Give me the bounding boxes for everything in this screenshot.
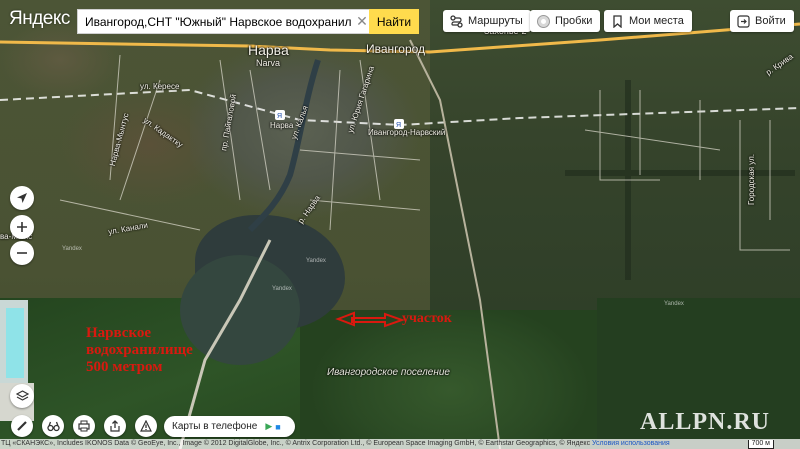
google-play-icon: ▶ — [265, 421, 273, 431]
minus-icon — [17, 252, 27, 254]
ruler-button[interactable] — [11, 415, 33, 437]
login-icon — [737, 14, 750, 28]
report-error-button[interactable] — [135, 415, 157, 437]
print-button[interactable] — [73, 415, 95, 437]
plus-icon — [17, 222, 27, 232]
settlement-label: Ивангородское поселение — [327, 367, 450, 378]
route-icon — [450, 14, 463, 28]
copyright-bar: ТЦ «СКАНЭКС», Includes IKONOS Data © Geo… — [0, 439, 800, 449]
scale-bar: 700 м — [747, 440, 774, 449]
terms-link[interactable]: Условия использования — [592, 440, 670, 447]
map-watermark: Yandex — [306, 258, 326, 264]
mobile-apps-button[interactable]: Карты в телефоне ▶ ■ — [164, 416, 295, 437]
zoom-out-button[interactable] — [10, 241, 34, 265]
copyright-text: ТЦ «СКАНЭКС», Includes IKONOS Data © Geo… — [1, 440, 591, 447]
traffic-button[interactable]: Пробки — [530, 10, 601, 32]
bookmark-icon — [611, 14, 624, 28]
routes-button[interactable]: Маршруты — [443, 10, 531, 32]
map-watermark: Yandex — [62, 246, 82, 252]
traffic-label: Пробки — [555, 15, 593, 27]
my-places-button[interactable]: Мои места — [604, 10, 692, 32]
city-label-ivangorod: Ивангород — [366, 42, 426, 56]
login-button[interactable]: Войти — [730, 10, 794, 32]
plot-annotation: участок — [402, 311, 452, 326]
ruler-icon — [17, 421, 27, 431]
map-watermark: Yandex — [272, 286, 292, 292]
plot-arrow — [335, 311, 406, 328]
binoculars-icon — [46, 421, 60, 432]
routes-label: Маршруты — [468, 15, 523, 27]
mobile-apps-label: Карты в телефоне — [172, 421, 258, 432]
windows-icon: ■ — [275, 421, 281, 432]
login-label: Войти — [755, 15, 786, 27]
share-icon — [110, 420, 120, 432]
reservoir-annotation: Нарвское водохранилище 500 метром — [86, 325, 193, 375]
street-label: Городская ул. — [747, 153, 757, 206]
yandex-logo[interactable]: Яндекс — [9, 8, 70, 30]
share-button[interactable] — [104, 415, 126, 437]
geolocation-button[interactable] — [10, 186, 34, 210]
station-label: Нарва — [270, 121, 294, 130]
warning-icon — [140, 420, 152, 432]
printer-icon — [78, 420, 90, 432]
svg-text:Я: Я — [277, 113, 282, 120]
site-watermark: ALLPN.RU — [640, 409, 771, 435]
location-arrow-icon — [17, 193, 27, 203]
map-watermark: Yandex — [664, 301, 684, 307]
station-label: Ивангород-Нарвский — [368, 128, 446, 137]
zoom-in-button[interactable] — [10, 215, 34, 239]
street-label: ул. Кересе — [140, 82, 180, 91]
search-box: ✕ — [77, 9, 373, 34]
layers-button[interactable] — [10, 384, 34, 408]
city-sublabel-narva: Narva — [256, 58, 281, 68]
search-button[interactable]: Найти — [369, 9, 419, 34]
border-road — [409, 39, 501, 449]
traffic-icon — [537, 14, 550, 28]
search-input[interactable] — [78, 14, 352, 29]
my-places-label: Мои места — [629, 15, 684, 27]
city-label-narva: Нарва — [248, 42, 289, 58]
panorama-button[interactable] — [42, 415, 64, 437]
satellite-map[interactable]: Я Я Нарва Narva Ивангород Захонье-2 ул. … — [0, 0, 800, 449]
layers-icon — [15, 389, 29, 401]
